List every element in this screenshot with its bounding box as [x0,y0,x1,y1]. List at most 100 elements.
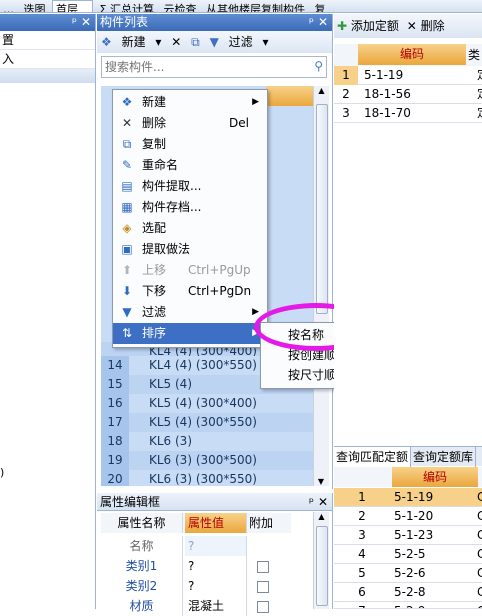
delete-button[interactable]: ✕ 删除 [407,19,445,33]
search-input[interactable] [102,57,302,77]
pin-icon[interactable]: ᵖ [72,14,77,31]
table-row[interactable]: 18 KL6 (3) [101,432,313,451]
menu-item-extract[interactable]: ▤ 构件提取... [113,176,267,197]
left-panel-item[interactable]: 入 [0,50,95,69]
menu-item-archive[interactable]: ▦ 构件存档... [113,197,267,218]
close-icon[interactable]: ✕ [81,14,91,31]
table-row[interactable]: 2 5-1-20 C [334,507,482,526]
floor-select[interactable]: 首层 [52,0,93,12]
filter-button[interactable]: ▼ 过滤 ▾ [210,35,269,49]
property-value[interactable]: ? [185,576,247,596]
menu-item-new[interactable]: ❖ 新建 ▶ [113,92,267,113]
grid-scrollbar[interactable]: ▲ ▼ [313,86,329,486]
menu-label: 选配 [142,221,167,235]
close-icon[interactable]: ✕ [318,493,328,511]
property-value[interactable]: 混凝土 [185,596,247,616]
attach-checkbox[interactable] [257,600,269,613]
row-number: 2 [342,87,350,101]
scroll-down-icon[interactable]: ▼ [314,477,328,486]
row-name: KL5 (4) (300*550) [149,415,257,429]
menu-item-extract-method[interactable]: ▣ 提取做法 [113,239,267,260]
delete-button[interactable]: ✕ [171,35,181,49]
attach-checkbox[interactable] [257,580,269,593]
menu-item-match[interactable]: ◈ 选配 [113,218,267,239]
property-value[interactable]: ? [185,556,247,576]
table-row[interactable]: 5 5-2-6 C [334,564,482,583]
row-code: 5-1-20 [394,509,434,523]
table-row[interactable]: 3 5-1-23 C [334,526,482,545]
summary-calc-button[interactable]: Σ 汇总计算 [97,1,157,12]
scroll-up-icon[interactable]: ▲ [314,86,329,100]
table-row[interactable]: 2 18-1-56 定 [334,85,482,104]
table-row[interactable]: 20 KL6 (3) (300*550) [101,470,313,486]
table-row[interactable]: 7 5-2-9 C [334,602,482,609]
pin-icon[interactable]: ᵖ [309,14,314,31]
attach-checkbox[interactable] [257,560,269,573]
copy-button[interactable]: ⧉ [191,35,200,49]
row-number: 19 [101,451,129,470]
row-type: 定 [477,104,482,123]
table-row[interactable]: 17 KL5 (4) (300*550) [101,413,313,432]
partial-text: ) [0,466,5,479]
property-row[interactable]: 材质 混凝土 [101,596,291,616]
table-row[interactable]: 6 5-2-8 C [334,583,482,602]
menu-label: 复制 [142,137,167,151]
toolbar-item[interactable]: … [0,3,17,12]
filter-label: 过滤 [228,35,253,49]
property-name: 材质 [101,596,183,616]
menu-item-move-down[interactable]: ⬇ 下移 Ctrl+PgDn [113,281,267,302]
new-button[interactable]: ❖ 新建 ▾ [101,35,161,49]
cloud-check-button[interactable]: 云检查 [160,1,199,12]
property-row[interactable]: 类别2 ? [101,576,291,596]
property-row[interactable]: 类别1 ? [101,556,291,576]
menu-item-delete[interactable]: ✕ 删除 Del [113,113,267,134]
row-type: C [477,602,482,608]
sort-icon: ⇅ [121,326,133,340]
scroll-up-icon[interactable]: ▲ [314,512,329,521]
top-toolbar: … 迭图 首层 Σ 汇总计算 云检查 从其他楼层复制构件 复 [0,0,482,13]
row-type: C [477,490,482,504]
scrollbar-thumb[interactable] [316,104,328,314]
table-row[interactable]: 16 KL5 (4) (300*400) [101,394,313,413]
pin-icon[interactable]: ᵖ [309,493,314,511]
menu-item-rename[interactable]: ✎ 重命名 [113,155,267,176]
row-type: 定 [477,66,482,85]
table-row[interactable]: 1 5-1-19 C [334,488,482,507]
menu-label: 重命名 [142,158,179,172]
row-number: 5 [358,566,366,580]
property-value[interactable]: ? [185,536,247,556]
menu-item-filter[interactable]: ▼ 过滤 ▶ [113,302,267,323]
menu-label: 上移 [142,263,167,277]
row-number: 14 [101,356,129,375]
scrollbar-thumb[interactable] [316,526,328,606]
property-scrollbar[interactable]: ▲ [313,512,329,609]
close-icon[interactable]: ✕ [318,14,328,31]
row-type: C [477,566,482,580]
toolbar-item[interactable]: 复 [311,1,328,12]
context-menu: ❖ 新建 ▶ ✕ 删除 Del ⧉ 复制 ✎ 重命名 ▤ 构件提取... ▦ 构… [112,89,268,348]
table-row[interactable]: 19 KL6 (3) (300*500) [101,451,313,470]
row-code: 5-2-6 [394,566,426,580]
filter-icon: ▼ [122,305,132,319]
add-quota-button[interactable]: ✚ 添加定额 [337,19,399,33]
tab-quota-library[interactable]: 查询定额库 [411,447,477,467]
search-icon[interactable]: ⚲ [314,59,323,73]
row-number: 18 [101,432,129,451]
menu-item-copy[interactable]: ⧉ 复制 [113,134,267,155]
row-code: 5-1-23 [394,528,434,542]
toolbar-item[interactable]: 迭图 [21,1,49,12]
row-code: 5-1-19 [394,490,434,504]
left-panel-item[interactable]: 置 [0,31,95,50]
row-type: C [477,585,482,599]
match-icon: ◈ [122,221,132,235]
property-row[interactable]: 名称 ? [101,536,291,556]
table-row[interactable]: 3 18-1-70 定 [334,104,482,123]
table-row[interactable]: 1 5-1-19 定 [334,66,482,85]
tab-match-quota[interactable]: 查询匹配定额 [334,447,412,467]
table-row[interactable]: 4 5-2-5 C [334,545,482,564]
quota-query-tabs: 查询匹配定额 查询定额库 [334,446,482,467]
delete-icon: ✕ [121,116,133,130]
copy-from-floor-button[interactable]: 从其他楼层复制构件 [203,1,308,12]
menu-item-sort[interactable]: ⇅ 排序 ▶ [113,323,267,344]
search-box[interactable]: ⚲ [101,56,327,78]
